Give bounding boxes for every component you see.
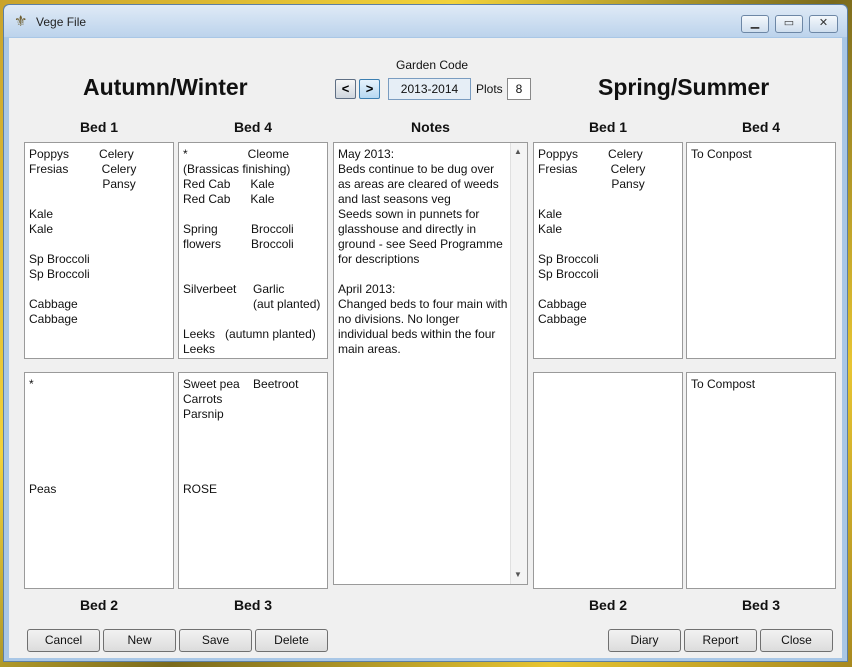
- ss-bed4-field[interactable]: To Conpost: [686, 142, 836, 359]
- notes-scrollbar[interactable]: ▲ ▼: [510, 143, 527, 584]
- maximize-button[interactable]: ▭: [775, 15, 803, 33]
- minimize-icon: ▁: [750, 17, 760, 29]
- scroll-down-icon[interactable]: ▼: [514, 570, 522, 579]
- ss-bed3-heading: Bed 3: [741, 597, 781, 613]
- ss-bed1-field[interactable]: Poppys Celery Fresias Celery Pansy Kale …: [533, 142, 683, 359]
- previous-code-button[interactable]: <: [335, 79, 356, 99]
- ss-bed3-field[interactable]: To Compost: [686, 372, 836, 589]
- spring-summer-heading: Spring/Summer: [598, 74, 770, 100]
- title-bar[interactable]: ⚜ Vege File ▁ ▭ ✕: [4, 5, 847, 37]
- aw-bed3-field[interactable]: Sweet pea Beetroot Carrots Parsnip ROSE: [178, 372, 328, 589]
- next-code-button[interactable]: >: [359, 79, 380, 99]
- plots-label: Plots: [476, 82, 503, 96]
- scroll-up-icon[interactable]: ▲: [514, 147, 522, 156]
- notes-text: May 2013: Beds continue to be dug over a…: [338, 147, 508, 356]
- aw-bed1-field[interactable]: Poppys Celery Fresias Celery Pansy Kale …: [24, 142, 174, 359]
- save-button[interactable]: Save: [179, 629, 252, 652]
- maximize-icon: ▭: [783, 17, 795, 29]
- report-button[interactable]: Report: [684, 629, 757, 652]
- garden-code-label: Garden Code: [396, 58, 469, 72]
- ss-bed2-field[interactable]: [533, 372, 683, 589]
- aw-bed1-heading: Bed 1: [79, 119, 119, 135]
- garden-code-field[interactable]: 2013-2014: [388, 78, 471, 100]
- plots-field[interactable]: 8: [507, 78, 531, 100]
- notes-field[interactable]: May 2013: Beds continue to be dug over a…: [333, 142, 528, 585]
- close-icon: ✕: [818, 17, 829, 29]
- delete-button[interactable]: Delete: [255, 629, 328, 652]
- window-title: Vege File: [36, 15, 87, 29]
- aw-bed2-field[interactable]: * Peas: [24, 372, 174, 589]
- ss-bed4-heading: Bed 4: [741, 119, 781, 135]
- autumn-winter-heading: Autumn/Winter: [83, 74, 248, 100]
- cancel-button[interactable]: Cancel: [27, 629, 100, 652]
- notes-heading: Notes: [411, 119, 450, 135]
- aw-bed4-field[interactable]: * Cleome (Brassicas finishing) Red Cab K…: [178, 142, 328, 359]
- vege-file-window: ⚜ Vege File ▁ ▭ ✕ Autumn/Winter Spring/S…: [3, 4, 848, 662]
- ss-bed1-heading: Bed 1: [588, 119, 628, 135]
- close-window-button[interactable]: ✕: [809, 15, 838, 33]
- minimize-button[interactable]: ▁: [741, 15, 769, 33]
- aw-bed4-heading: Bed 4: [233, 119, 273, 135]
- client-area: Autumn/Winter Spring/Summer Garden Code …: [9, 38, 842, 658]
- aw-bed3-heading: Bed 3: [233, 597, 273, 613]
- ss-bed2-heading: Bed 2: [588, 597, 628, 613]
- new-button[interactable]: New: [103, 629, 176, 652]
- close-button[interactable]: Close: [760, 629, 833, 652]
- fleur-de-lis-icon: ⚜: [14, 13, 28, 30]
- aw-bed2-heading: Bed 2: [79, 597, 119, 613]
- diary-button[interactable]: Diary: [608, 629, 681, 652]
